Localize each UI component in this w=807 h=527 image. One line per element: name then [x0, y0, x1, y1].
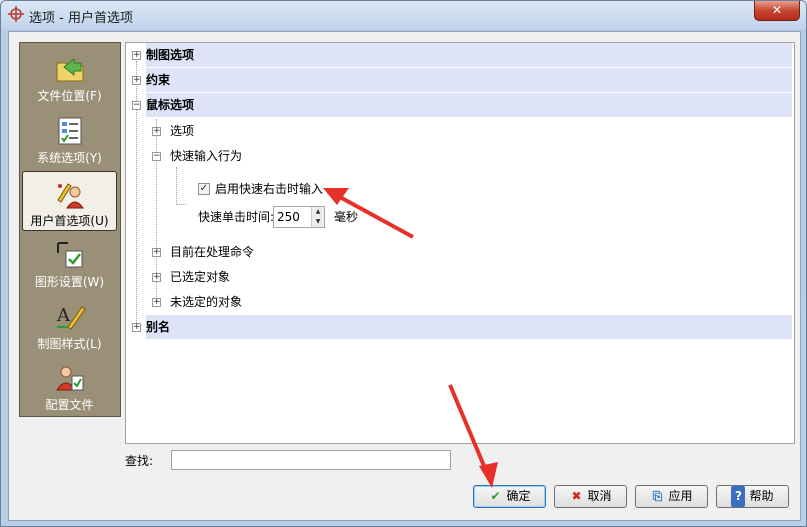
category-sidebar: 文件位置(F) 系统选项(Y) 用户首选项(U) 图形设置(W) A 制图样式(…	[19, 42, 121, 417]
quick-click-time-spinner[interactable]: 250 ▲ ▼	[273, 206, 325, 228]
button-label: 取消	[587, 489, 612, 503]
collapse-icon[interactable]: −	[132, 101, 141, 110]
sidebar-item-drafting-style[interactable]: A 制图样式(L)	[22, 295, 117, 355]
x-icon: ✖	[571, 489, 582, 503]
tree-guide	[176, 167, 177, 205]
graphics-check-icon	[56, 242, 82, 268]
expand-icon[interactable]: +	[132, 76, 141, 85]
spin-down-icon[interactable]: ▼	[312, 217, 324, 227]
find-label: 查找:	[125, 454, 154, 468]
tree-node-label: 选项	[170, 124, 195, 138]
tree-node-unselected-objects[interactable]: 未选定的对象	[170, 290, 242, 314]
enable-quick-right-click-checkbox[interactable]: ✓	[198, 183, 210, 195]
close-icon: ✕	[771, 3, 783, 17]
tree-node-alias[interactable]: 别名	[146, 315, 792, 339]
spinner-buttons[interactable]: ▲ ▼	[311, 207, 324, 227]
window-title: 选项 - 用户首选项	[29, 11, 133, 26]
tree-node-constraints[interactable]: 约束	[146, 68, 792, 92]
list-check-icon	[58, 117, 81, 145]
options-dialog: 选项 - 用户首选项 ✕ 文件位置(F) 系统选项(Y) 用户首选项(U) 图形…	[0, 0, 807, 527]
sidebar-item-graphics-settings[interactable]: 图形设置(W)	[22, 233, 117, 293]
sidebar-item-label: 制图样式(L)	[37, 337, 102, 351]
tree-node-label: 制图选项	[146, 48, 195, 62]
expand-icon[interactable]: +	[152, 273, 161, 282]
close-button[interactable]: ✕	[754, 1, 800, 21]
dialog-client: 文件位置(F) 系统选项(Y) 用户首选项(U) 图形设置(W) A 制图样式(…	[8, 31, 801, 521]
checkbox-label-text: 启用快速右击时输入	[215, 182, 324, 196]
title-bar[interactable]: 选项 - 用户首选项 ✕	[1, 1, 806, 29]
button-label: 确定	[506, 489, 531, 503]
sidebar-item-label: 用户首选项(U)	[30, 214, 109, 228]
tree-node-label: 目前在处理命令	[170, 245, 255, 259]
options-tree: + 制图选项 + 约束 − 鼠标选项 + 选项 − 快速输入行为 ✓ 启用快速右…	[125, 42, 795, 444]
enable-quick-right-click-label[interactable]: 启用快速右击时输入	[215, 177, 323, 201]
user-pencil-icon	[56, 183, 84, 209]
expand-icon[interactable]: +	[132, 51, 141, 60]
tree-node-label: 快速输入行为	[170, 149, 243, 163]
spinner-value[interactable]: 250	[277, 210, 300, 224]
expand-icon[interactable]: +	[152, 298, 161, 307]
tree-node-label: 约束	[146, 73, 171, 87]
apply-button[interactable]: ⎘ 应用	[635, 485, 708, 508]
button-label: 帮助	[749, 489, 774, 503]
tree-node-mouse-options[interactable]: 鼠标选项	[146, 93, 792, 117]
ok-button[interactable]: ✔ 确定	[473, 485, 546, 508]
expand-icon[interactable]: +	[152, 248, 161, 257]
help-button[interactable]: ? 帮助	[716, 485, 789, 508]
sidebar-item-system-options[interactable]: 系统选项(Y)	[22, 109, 117, 169]
svg-text:A: A	[56, 305, 71, 326]
find-input[interactable]	[171, 450, 451, 470]
collapse-icon[interactable]: −	[152, 152, 161, 161]
sidebar-item-label: 文件位置(F)	[37, 89, 102, 103]
tree-guide	[176, 204, 186, 205]
help-icon: ?	[731, 486, 746, 507]
sidebar-item-label: 配置文件	[45, 398, 94, 412]
tree-node-label: 鼠标选项	[146, 98, 195, 112]
text-style-icon: A	[56, 305, 86, 330]
apply-icon: ⎘	[652, 489, 663, 503]
sidebar-item-user-preferences[interactable]: 用户首选项(U)	[22, 171, 117, 231]
tree-node-quick-input-behavior[interactable]: 快速输入行为	[170, 144, 242, 168]
expand-icon[interactable]: +	[132, 323, 141, 332]
sidebar-item-file-location[interactable]: 文件位置(F)	[22, 47, 117, 107]
tree-node-label: 已选定对象	[170, 270, 231, 284]
app-icon	[8, 6, 24, 22]
button-label: 应用	[668, 489, 693, 503]
field-label: 快速单击时间:	[198, 210, 275, 224]
tree-node-drafting-options[interactable]: 制图选项	[146, 43, 792, 67]
unit-label: 毫秒	[334, 210, 359, 224]
spin-up-icon[interactable]: ▲	[312, 207, 324, 217]
tree-node-current-command[interactable]: 目前在处理命令	[170, 240, 254, 264]
cancel-button[interactable]: ✖ 取消	[554, 485, 627, 508]
tree-node-selected-objects[interactable]: 已选定对象	[170, 265, 230, 289]
sidebar-item-label: 图形设置(W)	[34, 275, 105, 289]
check-icon: ✔	[490, 489, 501, 503]
sidebar-item-label: 系统选项(Y)	[37, 151, 102, 165]
quick-click-time-label: 快速单击时间:	[198, 205, 274, 229]
user-profile-icon	[55, 366, 83, 391]
tree-node-options[interactable]: 选项	[170, 119, 194, 143]
tree-node-label: 别名	[146, 320, 171, 334]
sidebar-item-profile[interactable]: 配置文件	[22, 356, 117, 416]
quick-click-time-unit: 毫秒	[334, 205, 358, 229]
expand-icon[interactable]: +	[152, 127, 161, 136]
tree-node-label: 未选定的对象	[170, 295, 243, 309]
folder-arrow-icon	[56, 57, 83, 82]
